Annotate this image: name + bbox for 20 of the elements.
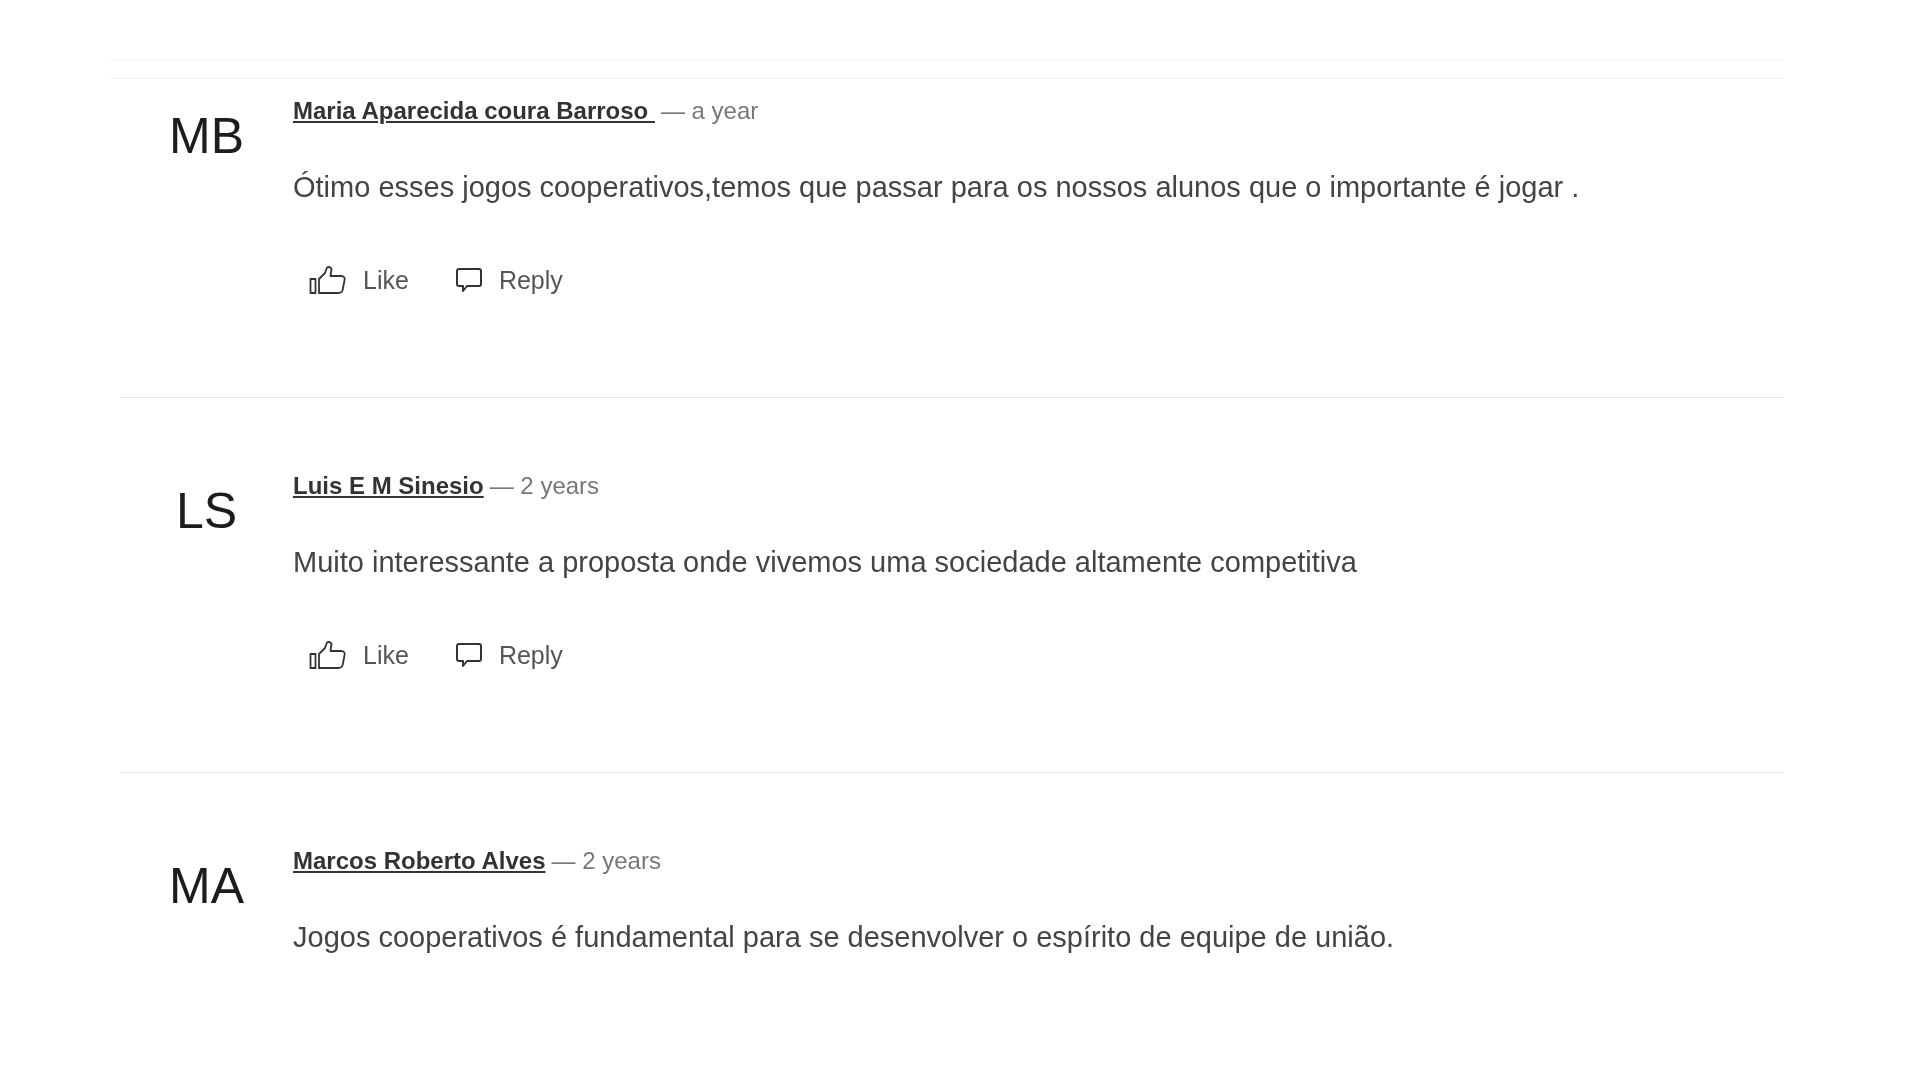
avatar-initials: LS — [175, 486, 238, 536]
comment-time: — 2 years — [551, 847, 661, 875]
comment-text: Muito interessante a proposta onde vivemos uma sociedade altamente competitiva — [293, 545, 1357, 580]
speech-bubble-icon — [454, 267, 483, 293]
avatar-initials: MB — [169, 111, 244, 161]
comment-text: Ótimo esses jogos cooperativos,temos que passar para os nossos alunos que o importante é jogar . — [293, 170, 1580, 205]
comment-time: — 2 years — [489, 472, 600, 500]
author-link[interactable]: Maria Aparecida coura Barroso — [293, 97, 655, 125]
like-button[interactable]: Like — [293, 257, 425, 303]
reply-button[interactable]: Reply — [438, 257, 579, 303]
thumbs-up-icon — [309, 265, 347, 295]
speech-bubble-icon — [454, 642, 483, 668]
author-link[interactable]: Marcos Roberto Alves — [293, 847, 546, 875]
comment-text: Jogos cooperativos é fundamental para se desenvolver o espírito de equipe de união. — [293, 920, 1395, 955]
avatar-initials: MA — [169, 861, 244, 911]
thumbs-up-icon — [309, 640, 347, 670]
reply-button[interactable]: Reply — [438, 632, 579, 678]
like-button[interactable]: Like — [293, 632, 425, 678]
comment-time: — a year — [660, 97, 759, 125]
author-link[interactable]: Luis E M Sinesio — [293, 472, 484, 500]
